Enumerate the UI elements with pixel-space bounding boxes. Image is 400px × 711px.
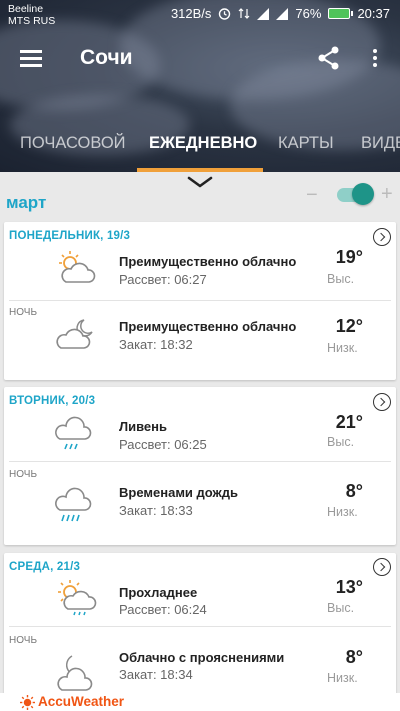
night-description: Временами дождь (119, 485, 239, 500)
more-vert-icon[interactable] (366, 44, 384, 72)
sunset-time: Закат: 18:34 (119, 667, 193, 682)
chevron-right-icon[interactable] (373, 393, 391, 411)
tab-indicator (137, 168, 263, 172)
rain-cloud-icon (55, 416, 92, 450)
clock: 20:37 (357, 6, 390, 21)
share-icon[interactable] (315, 44, 343, 72)
day-card[interactable]: ВТОРНИК, 20/3 Ливень Рассвет: 06:25 21° … (4, 387, 396, 545)
moon-cloud-icon (56, 319, 93, 349)
low-temp: 8° (345, 481, 363, 501)
high-label: Выс. (327, 435, 355, 449)
high-label: Выс. (327, 601, 355, 615)
signal-icon (257, 7, 270, 20)
sunset-time: Закат: 18:33 (119, 503, 193, 518)
zoom-out-button[interactable]: − (306, 184, 318, 207)
day-description: Ливень (119, 419, 168, 434)
low-label: Низк. (327, 341, 358, 355)
zoom-in-button[interactable]: + (381, 183, 393, 206)
sunrise-time: Рассвет: 06:25 (119, 437, 207, 452)
day-description: Преимущественно облачно (119, 254, 297, 269)
night-label: НОЧЬ (9, 307, 38, 318)
night-description: Облачно с прояснениями (119, 650, 285, 665)
carrier-primary: Beeline (8, 3, 44, 15)
moon-cloud-icon (57, 655, 93, 691)
carrier: Beeline MTS RUS (8, 3, 55, 27)
app-bar: Сочи (0, 36, 400, 84)
day-label: ВТОРНИК, 20/3 (9, 395, 96, 407)
sunrise-time: Рассвет: 06:27 (119, 272, 207, 287)
battery-percent: 76% (295, 6, 322, 21)
high-temp: 13° (335, 577, 363, 597)
toggle-knob[interactable] (352, 183, 374, 205)
day-description: Прохладнее (119, 585, 198, 600)
night-description: Преимущественно облачно (119, 319, 297, 334)
night-label: НОЧЬ (9, 635, 38, 646)
accuweather-sun-icon (20, 695, 35, 710)
header: Beeline MTS RUS 312B/s 76% 20:37 Сочи ПО… (0, 0, 400, 172)
data-arrows-icon (238, 8, 250, 19)
carrier-secondary: MTS RUS (8, 15, 56, 27)
chevron-down-icon[interactable] (186, 174, 214, 190)
high-label: Выс. (327, 272, 355, 286)
tab-video[interactable]: ВИДЕ (361, 134, 400, 153)
tab-daily[interactable]: ЕЖЕДНЕВНО (149, 134, 257, 153)
sunrise-time: Рассвет: 06:24 (119, 602, 207, 617)
battery-icon (328, 8, 354, 19)
sunset-time: Закат: 18:32 (119, 337, 193, 352)
tab-hourly[interactable]: ПОЧАСОВОЙ (20, 134, 126, 153)
status-indicators: 312B/s 76% 20:37 (171, 6, 390, 21)
chevron-right-icon[interactable] (373, 228, 391, 246)
high-temp: 21° (335, 412, 363, 432)
month-label: март (6, 193, 47, 212)
status-bar: Beeline MTS RUS 312B/s 76% 20:37 (0, 0, 400, 30)
tab-maps[interactable]: КАРТЫ (278, 134, 334, 153)
tab-bar: ПОЧАСОВОЙ ЕЖЕДНЕВНО КАРТЫ ВИДЕ (0, 126, 400, 172)
day-label: ПОНЕДЕЛЬНИК, 19/3 (9, 230, 131, 242)
high-temp: 19° (335, 247, 363, 267)
night-label: НОЧЬ (9, 469, 38, 480)
low-temp: 8° (345, 647, 363, 667)
rain-cloud-icon (55, 487, 92, 522)
alarm-icon (219, 8, 231, 20)
low-label: Низк. (327, 505, 358, 519)
low-label: Низк. (327, 671, 358, 685)
day-label: СРЕДА, 21/3 (9, 561, 81, 573)
sun-cloud-icon (58, 580, 97, 616)
divider (9, 626, 391, 627)
low-temp: 12° (335, 316, 363, 336)
day-card[interactable]: СРЕДА, 21/3 Прохладнее Рассвет: 06:24 13… (4, 553, 396, 698)
signal-icon (276, 7, 289, 20)
day-card[interactable]: ПОНЕДЕЛЬНИК, 19/3 Преимущественно облачн… (4, 222, 396, 380)
footer: AccuWeather (0, 693, 400, 711)
network-speed: 312B/s (170, 6, 212, 21)
divider (9, 461, 391, 462)
hamburger-icon[interactable] (20, 48, 44, 68)
partly-sunny-icon (59, 251, 96, 283)
chevron-right-icon[interactable] (373, 558, 391, 576)
brand-logo: AccuWeather (38, 694, 125, 709)
page-title: Сочи (80, 46, 133, 69)
divider (9, 300, 391, 301)
